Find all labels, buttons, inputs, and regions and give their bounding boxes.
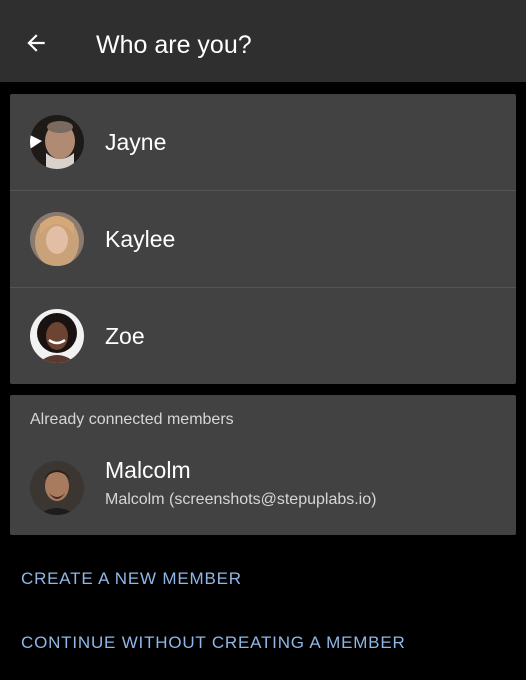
member-name: Kaylee <box>105 225 176 252</box>
member-name: Zoe <box>105 322 145 349</box>
avatar <box>30 212 84 266</box>
member-row-zoe[interactable]: Zoe <box>10 287 516 384</box>
member-row-kaylee[interactable]: Kaylee <box>10 190 516 287</box>
avatar <box>30 309 84 363</box>
continue-without-member-button[interactable]: CONTINUE WITHOUT CREATING A MEMBER <box>21 633 406 653</box>
avatar <box>30 115 84 169</box>
create-new-member-button[interactable]: CREATE A NEW MEMBER <box>21 569 242 589</box>
back-button[interactable] <box>14 21 58 65</box>
connected-members-card: Already connected members Malcolm Malcol… <box>10 395 516 535</box>
connected-member-row-malcolm[interactable]: Malcolm Malcolm (screenshots@stepuplabs.… <box>10 453 516 523</box>
arrow-back-icon <box>27 34 45 52</box>
members-card: Jayne Kaylee Zoe <box>10 94 516 384</box>
avatar <box>30 461 84 515</box>
connected-member-email: Malcolm (screenshots@stepuplabs.io) <box>105 491 377 508</box>
connected-member-name: Malcolm <box>105 457 191 483</box>
section-label: Already connected members <box>30 411 234 428</box>
page-title: Who are you? <box>96 31 252 59</box>
member-name: Jayne <box>105 128 167 155</box>
member-row-jayne[interactable]: Jayne <box>10 94 516 190</box>
app-bar: Who are you? <box>0 0 526 82</box>
